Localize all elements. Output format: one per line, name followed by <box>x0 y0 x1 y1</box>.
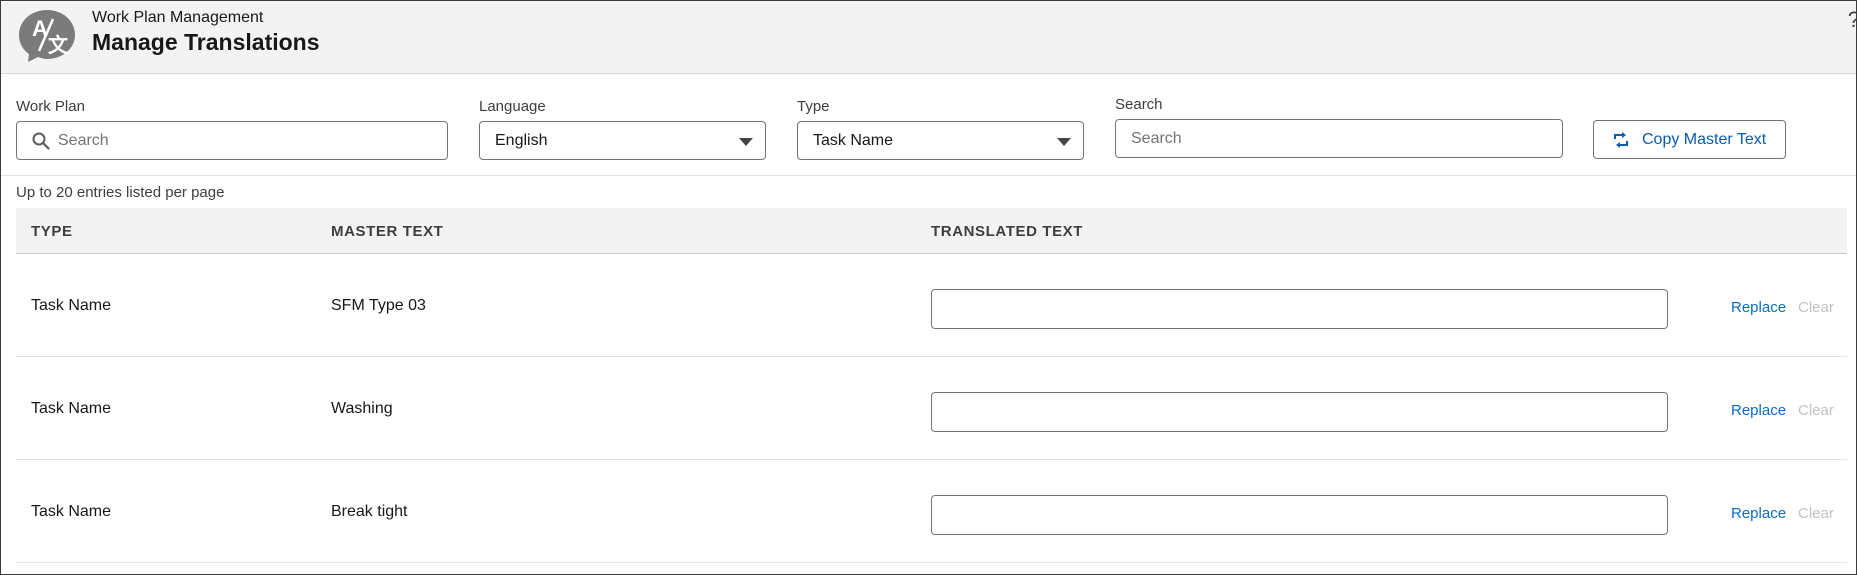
clear-link: Clear <box>1798 402 1834 419</box>
replace-link[interactable]: Replace <box>1731 299 1786 316</box>
clear-link: Clear <box>1798 299 1834 316</box>
replace-link[interactable]: Replace <box>1731 402 1786 419</box>
column-header-master-text: MASTER TEXT <box>331 223 444 240</box>
translated-text-input[interactable] <box>931 392 1668 432</box>
row-master-text: Washing <box>331 400 393 417</box>
help-icon[interactable]: ? <box>1848 9 1856 31</box>
page-frame: A 文 Work Plan Management Manage Translat… <box>0 0 1857 575</box>
type-value: Task Name <box>813 132 894 149</box>
table-row: Task Name Break tight Replace Clear <box>16 460 1847 563</box>
language-select[interactable]: English <box>479 121 766 160</box>
row-type: Task Name <box>31 400 112 417</box>
work-plan-search-input[interactable]: Search <box>16 121 448 160</box>
column-header-type: TYPE <box>31 223 73 240</box>
copy-icon <box>1614 132 1628 148</box>
type-select[interactable]: Task Name <box>797 121 1084 160</box>
chevron-down-icon <box>1057 138 1071 146</box>
language-value: English <box>495 132 548 149</box>
work-plan-placeholder: Search <box>58 132 109 149</box>
page-title: Manage Translations <box>92 29 320 55</box>
replace-link[interactable]: Replace <box>1731 505 1786 522</box>
search-placeholder: Search <box>1131 130 1182 147</box>
table-row: Task Name Washing Replace Clear <box>16 357 1847 460</box>
row-type: Task Name <box>31 297 112 314</box>
row-master-text: SFM Type 03 <box>331 297 426 314</box>
clear-link: Clear <box>1798 505 1834 522</box>
translate-icon: A 文 <box>19 10 75 62</box>
row-master-text: Break tight <box>331 503 408 520</box>
column-header-translated-text: TRANSLATED TEXT <box>931 223 1084 240</box>
search-input[interactable]: Search <box>1115 119 1563 158</box>
chevron-down-icon <box>739 138 753 146</box>
search-icon <box>32 132 50 150</box>
translated-text-input[interactable] <box>931 495 1668 535</box>
copy-master-text-label: Copy Master Text <box>1642 131 1767 148</box>
work-plan-label: Work Plan <box>16 98 85 115</box>
svg-text:文: 文 <box>48 33 69 57</box>
copy-master-text-button[interactable]: Copy Master Text <box>1593 120 1786 159</box>
type-label: Type <box>797 98 830 115</box>
page-header: A 文 Work Plan Management Manage Translat… <box>1 1 1856 74</box>
language-label: Language <box>479 98 546 115</box>
table-row: Task Name SFM Type 03 Replace Clear <box>16 254 1847 357</box>
page-size-hint: Up to 20 entries listed per page <box>16 184 225 201</box>
header-titles: Work Plan Management Manage Translations <box>92 9 320 56</box>
search-label: Search <box>1115 96 1163 113</box>
table-header: TYPE MASTER TEXT TRANSLATED TEXT <box>16 208 1847 254</box>
app-subtitle: Work Plan Management <box>92 9 264 26</box>
translated-text-input[interactable] <box>931 289 1668 329</box>
filter-divider <box>1 175 1856 176</box>
row-type: Task Name <box>31 503 112 520</box>
